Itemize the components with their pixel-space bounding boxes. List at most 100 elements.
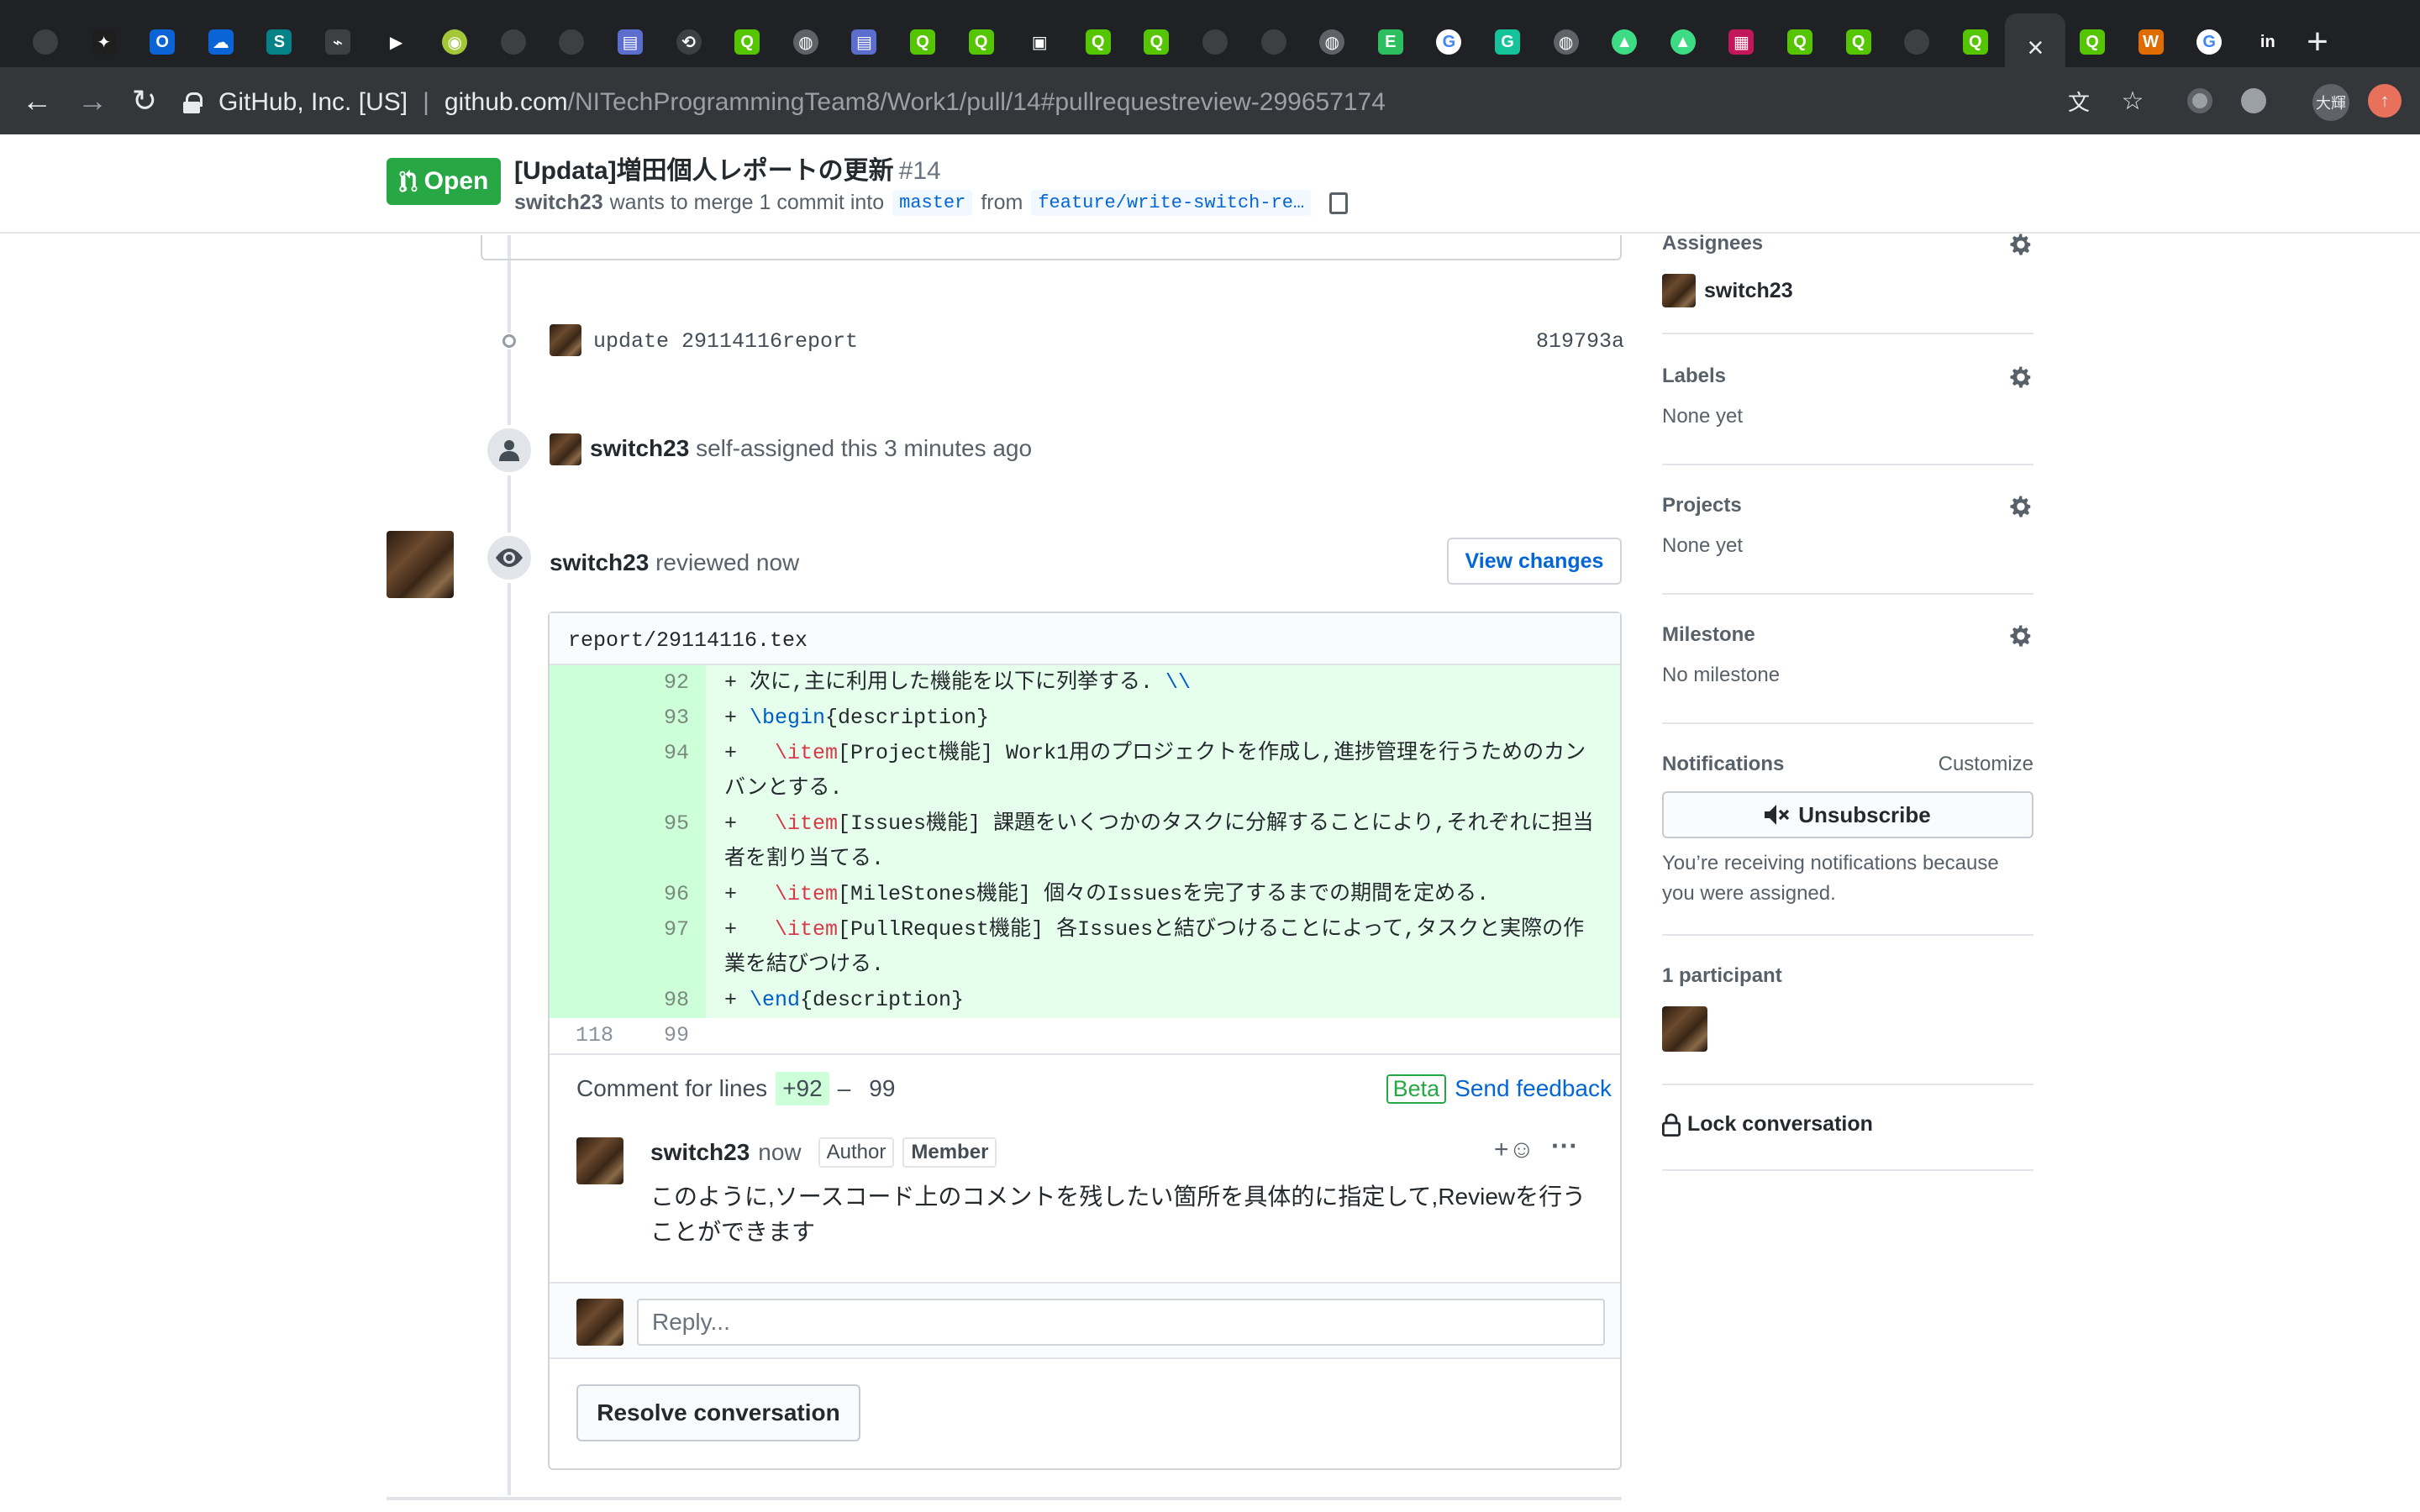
assignee-name[interactable]: switch23: [1704, 279, 1793, 303]
actor-link[interactable]: switch23: [590, 435, 689, 461]
old-line-number[interactable]: [550, 701, 622, 736]
browser-tab[interactable]: W: [2123, 15, 2180, 69]
avatar[interactable]: [550, 324, 581, 356]
browser-tab[interactable]: [1245, 15, 1302, 69]
browser-tab[interactable]: Q: [718, 15, 776, 69]
close-tab-icon[interactable]: ×: [2027, 34, 2044, 62]
browser-tab[interactable]: ◍: [1538, 15, 1595, 69]
clipboard-icon[interactable]: [1329, 192, 1349, 214]
extension-icon[interactable]: [2237, 84, 2270, 118]
browser-tab[interactable]: ▤: [602, 15, 659, 69]
browser-tab[interactable]: ◍: [1303, 15, 1360, 69]
reviewer-avatar[interactable]: [387, 531, 454, 598]
head-branch[interactable]: feature/write-switch-re…: [1031, 190, 1312, 216]
customize-link[interactable]: Customize: [1939, 753, 2033, 776]
bookmark-star-icon[interactable]: ☆: [2116, 84, 2149, 118]
pr-author-link[interactable]: switch23: [514, 191, 603, 215]
new-line-number[interactable]: 94: [622, 736, 706, 806]
lock-conversation-link[interactable]: Lock conversation: [1662, 1112, 2033, 1137]
browser-tab[interactable]: O: [134, 15, 191, 69]
browser-tab[interactable]: Q: [2064, 15, 2121, 69]
gear-icon[interactable]: [2008, 494, 2033, 519]
browser-tab[interactable]: Q: [1128, 15, 1185, 69]
browser-tab[interactable]: ◉: [426, 15, 483, 69]
add-reaction-icon[interactable]: +☺: [1494, 1136, 1534, 1164]
browser-tab[interactable]: [485, 15, 542, 69]
browser-tab[interactable]: [17, 15, 74, 69]
view-changes-button[interactable]: View changes: [1447, 538, 1622, 585]
browser-tab[interactable]: G: [1420, 15, 1477, 69]
unsubscribe-button[interactable]: Unsubscribe: [1662, 791, 2033, 838]
browser-tab[interactable]: Q: [953, 15, 1010, 69]
new-line-number[interactable]: 93: [622, 701, 706, 736]
gear-icon[interactable]: [2008, 232, 2033, 257]
old-line-number[interactable]: [550, 736, 622, 806]
gear-icon[interactable]: [2008, 365, 2033, 390]
old-line-number[interactable]: 118: [550, 1018, 622, 1053]
browser-tab[interactable]: Q: [1947, 15, 2004, 69]
old-line-number[interactable]: [550, 983, 622, 1018]
new-tab-button[interactable]: +: [2292, 18, 2343, 66]
extension-icon[interactable]: [2183, 84, 2217, 118]
assignee[interactable]: switch23: [1662, 274, 2033, 307]
old-line-number[interactable]: [550, 912, 622, 983]
reply-input[interactable]: [637, 1299, 1605, 1346]
address-bar[interactable]: GitHub, Inc. [US] | github.com/NITechPro…: [183, 84, 2099, 121]
commit-sha[interactable]: 819793a: [1536, 329, 1624, 354]
browser-tab[interactable]: Q: [1070, 15, 1127, 69]
base-branch[interactable]: master: [892, 190, 973, 216]
new-line-number[interactable]: 92: [622, 665, 706, 701]
browser-tab[interactable]: ⌁: [309, 15, 366, 69]
browser-tab[interactable]: ▤: [835, 15, 892, 69]
file-path[interactable]: report/29114116.tex: [550, 613, 1620, 665]
old-line-number[interactable]: [550, 877, 622, 912]
browser-tab[interactable]: [1186, 15, 1244, 69]
comment-author[interactable]: switch23: [650, 1139, 750, 1166]
browser-tab[interactable]: Q: [1771, 15, 1828, 69]
translate-icon[interactable]: 文: [2062, 84, 2096, 118]
browser-tab[interactable]: ▶: [368, 15, 425, 69]
forward-button[interactable]: →: [72, 81, 113, 121]
browser-tab[interactable]: [543, 15, 600, 69]
new-line-number[interactable]: 99: [622, 1018, 706, 1053]
browser-tab[interactable]: ▲: [1596, 15, 1653, 69]
avatar[interactable]: [576, 1137, 623, 1184]
send-feedback-link[interactable]: Send feedback: [1455, 1075, 1612, 1102]
back-button[interactable]: ←: [17, 81, 57, 121]
new-line-number[interactable]: 97: [622, 912, 706, 983]
update-icon[interactable]: ↑: [2368, 84, 2402, 118]
browser-tab[interactable]: ✦: [76, 15, 133, 69]
reviewer-link[interactable]: switch23: [550, 549, 649, 575]
browser-tab[interactable]: Q: [894, 15, 951, 69]
browser-tab[interactable]: [1888, 15, 1945, 69]
browser-tab[interactable]: ◍: [777, 15, 834, 69]
gear-icon[interactable]: [2008, 623, 2033, 648]
browser-tab[interactable]: in: [2239, 15, 2296, 69]
browser-tab[interactable]: G: [1479, 15, 1536, 69]
sidebar-projects: Projects None yet: [1662, 494, 2033, 595]
browser-tab[interactable]: G: [2181, 15, 2238, 69]
browser-tab[interactable]: Q: [1830, 15, 1887, 69]
profile-avatar[interactable]: 大輝: [2312, 84, 2349, 121]
browser-tab[interactable]: ▲: [1655, 15, 1712, 69]
resolve-conversation-button[interactable]: Resolve conversation: [576, 1384, 860, 1441]
new-line-number[interactable]: 96: [622, 877, 706, 912]
browser-tab[interactable]: S: [250, 15, 308, 69]
browser-tab[interactable]: ☁: [192, 15, 250, 69]
browser-tab[interactable]: E: [1362, 15, 1419, 69]
reload-button[interactable]: ↻: [124, 81, 165, 121]
sidebar-title: Projects: [1662, 494, 1742, 517]
avatar[interactable]: [550, 433, 581, 465]
old-line-number[interactable]: [550, 806, 622, 877]
participant-avatar[interactable]: [1662, 1006, 1707, 1052]
commit-message[interactable]: update 29114116report: [593, 329, 858, 354]
new-line-number[interactable]: 95: [622, 806, 706, 877]
comment-time[interactable]: now: [758, 1139, 801, 1166]
browser-tab[interactable]: ⟲: [660, 15, 718, 69]
browser-tab[interactable]: ▣: [1011, 15, 1068, 69]
more-options-icon[interactable]: ···: [1551, 1131, 1578, 1162]
browser-tab[interactable]: ▦: [1712, 15, 1770, 69]
old-line-number[interactable]: [550, 665, 622, 701]
new-line-number[interactable]: 98: [622, 983, 706, 1018]
sidebar-title: Assignees: [1662, 232, 1764, 255]
